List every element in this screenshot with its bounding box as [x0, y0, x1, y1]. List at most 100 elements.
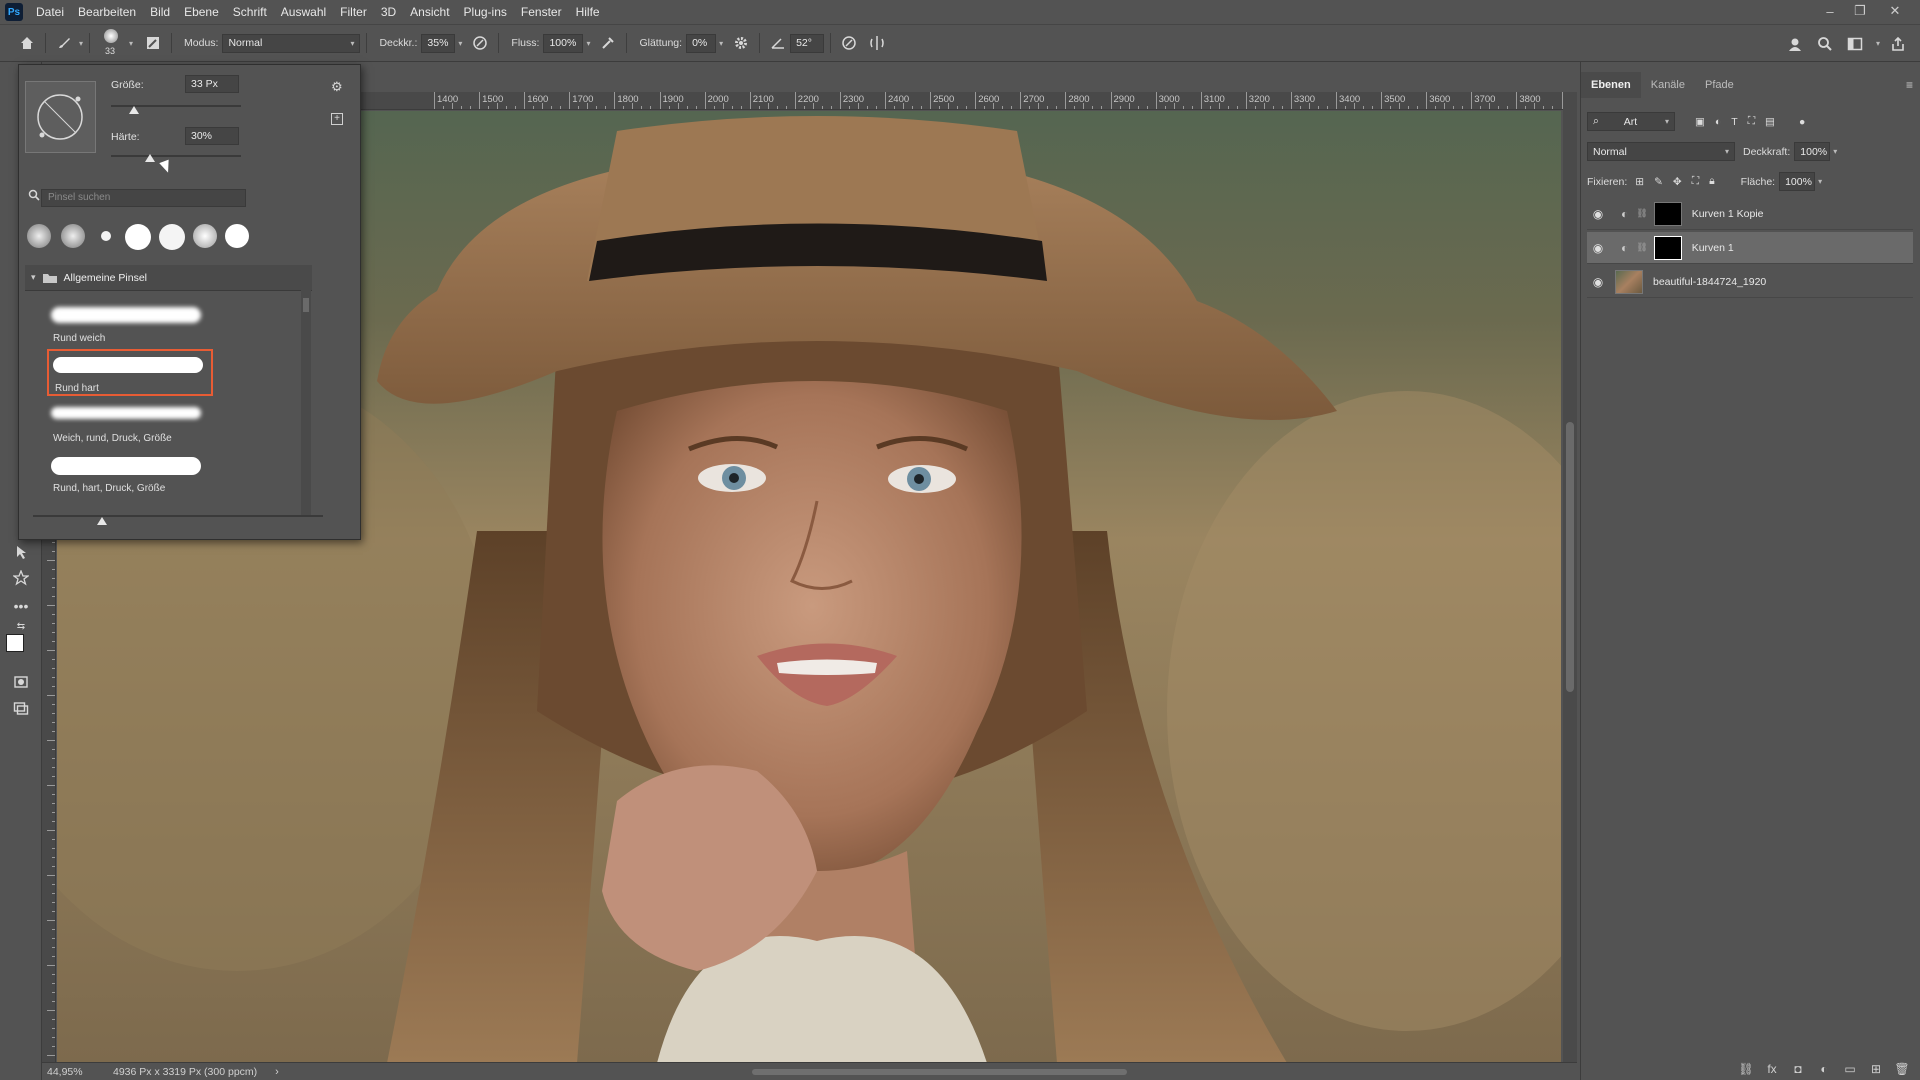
lock-all-icon[interactable]: 🔒︎	[1709, 175, 1715, 188]
menu-plugins[interactable]: Plug-ins	[457, 0, 514, 24]
quick-mask-icon[interactable]	[8, 670, 34, 694]
path-select-icon[interactable]	[8, 540, 34, 564]
menu-3d[interactable]: 3D	[374, 0, 403, 24]
airbrush-icon[interactable]	[596, 31, 620, 55]
layer-filter-select[interactable]: ⌕ Art ▾	[1587, 112, 1675, 131]
fluss-input[interactable]: 100%	[543, 33, 584, 53]
menu-ansicht[interactable]: Ansicht	[403, 0, 456, 24]
preview-size-slider[interactable]	[33, 515, 323, 517]
home-icon[interactable]	[15, 31, 39, 55]
chevron-down-icon[interactable]: ▾	[79, 39, 83, 48]
chevron-down-icon[interactable]: ▾	[458, 39, 462, 48]
chevron-right-icon[interactable]: ›	[275, 1066, 279, 1078]
brush-preset-rund-hart[interactable]: Rund hart	[47, 349, 213, 396]
foreground-color-swatch[interactable]	[6, 634, 24, 652]
link-icon[interactable]: ⛓	[1636, 208, 1647, 219]
fill-input[interactable]: 100%	[1779, 172, 1816, 191]
brush-shape-preview[interactable]	[25, 81, 96, 153]
recent-brush-hard-icon[interactable]	[225, 224, 249, 248]
vertical-scrollbar[interactable]	[1563, 92, 1577, 1062]
menu-schrift[interactable]: Schrift	[226, 0, 274, 24]
filter-shape-icon[interactable]: ⛶	[1748, 115, 1755, 128]
deckkraft-input[interactable]: 35%	[421, 33, 456, 53]
layer-mask-thumbnail[interactable]	[1653, 235, 1682, 260]
chevron-down-icon[interactable]: ▾	[31, 272, 36, 283]
layer-mask-thumbnail[interactable]	[1653, 201, 1682, 226]
chevron-down-icon[interactable]: ▾	[586, 39, 590, 48]
preview-size-slider-knob[interactable]	[97, 517, 107, 525]
recent-brush-small-icon[interactable]	[101, 231, 111, 241]
menu-auswahl[interactable]: Auswahl	[274, 0, 333, 24]
brush-list-scrollbar-thumb[interactable]	[303, 298, 309, 312]
panel-menu-icon[interactable]: ≡	[1906, 78, 1913, 92]
lock-artboard-icon[interactable]: ⛶	[1692, 175, 1699, 188]
brush-preset-rund-weich[interactable]: Rund weich	[47, 301, 213, 348]
filter-smartobject-icon[interactable]: ▤	[1765, 116, 1775, 128]
brush-preset-picker[interactable]: 33	[96, 26, 126, 60]
pressure-opacity-icon[interactable]	[468, 31, 492, 55]
close-button[interactable]: ✕	[1880, 0, 1910, 22]
recent-brush-soft-icon[interactable]	[61, 224, 85, 248]
add-mask-icon[interactable]: ◘	[1785, 1062, 1811, 1076]
gear-icon[interactable]	[729, 31, 753, 55]
gear-icon[interactable]: ⚙	[331, 79, 343, 95]
tab-pfade[interactable]: Pfade	[1695, 72, 1744, 98]
menu-filter[interactable]: Filter	[333, 0, 374, 24]
modus-select[interactable]: Normal ▾	[222, 33, 361, 53]
recent-brush-soft-icon[interactable]	[193, 224, 217, 248]
haerte-input[interactable]: 30%	[185, 127, 239, 145]
eye-icon[interactable]: ◉	[1587, 275, 1609, 289]
brush-group-header[interactable]: ▾ Allgemeine Pinsel	[25, 265, 312, 291]
lock-transparent-icon[interactable]: ⊞	[1635, 176, 1644, 188]
symmetry-icon[interactable]	[865, 31, 889, 55]
blend-mode-select[interactable]: Normal ▾	[1587, 142, 1735, 161]
share-icon[interactable]	[1886, 32, 1910, 56]
layer-image-thumbnail[interactable]	[1615, 269, 1643, 294]
menu-ebene[interactable]: Ebene	[177, 0, 226, 24]
swap-colors-icon[interactable]: ⇆	[8, 618, 34, 634]
groesse-input[interactable]: 33 Px	[185, 75, 239, 93]
pressure-size-icon[interactable]	[837, 31, 861, 55]
menu-bearbeiten[interactable]: Bearbeiten	[71, 0, 143, 24]
restore-button[interactable]: ❐	[1845, 0, 1875, 22]
haerte-slider[interactable]	[111, 155, 241, 157]
new-preset-icon[interactable]: +	[331, 113, 343, 125]
menu-hilfe[interactable]: Hilfe	[569, 0, 607, 24]
recent-brush-hard-icon[interactable]	[125, 224, 151, 250]
brush-preset-rund-hart-druck-groesse[interactable]: Rund, hart, Druck, Größe	[47, 451, 213, 498]
minimize-button[interactable]: –	[1815, 0, 1845, 22]
layer-name[interactable]: beautiful-1844724_1920	[1653, 276, 1766, 288]
layer-name[interactable]: Kurven 1 Kopie	[1692, 208, 1764, 220]
haerte-slider-knob[interactable]	[145, 154, 155, 162]
vertical-scrollbar-thumb[interactable]	[1566, 422, 1574, 692]
brush-settings-panel-icon[interactable]	[141, 31, 165, 55]
new-adjustment-icon[interactable]: ◐	[1811, 1062, 1837, 1076]
filter-type-icon[interactable]: T	[1731, 116, 1737, 128]
lock-image-icon[interactable]: ✎	[1654, 176, 1663, 188]
recent-brush-hard-icon[interactable]	[159, 224, 185, 250]
chevron-down-icon[interactable]: ▾	[719, 39, 723, 48]
search-icon[interactable]	[1813, 32, 1837, 56]
recent-brush-soft-icon[interactable]	[27, 224, 51, 248]
eye-icon[interactable]: ◉	[1587, 207, 1609, 221]
zoom-level[interactable]: 44,95%	[47, 1066, 95, 1078]
angle-input[interactable]: 52°	[790, 33, 825, 53]
brush-preset-weich-rund-druck-groesse[interactable]: Weich, rund, Druck, Größe	[47, 401, 213, 448]
brush-list-scrollbar[interactable]	[301, 290, 311, 516]
horizontal-scrollbar-thumb[interactable]	[752, 1069, 1127, 1075]
trash-icon[interactable]: 🗑︎	[1889, 1062, 1915, 1076]
link-icon[interactable]: ⛓	[1636, 242, 1647, 253]
groesse-slider-knob[interactable]	[129, 106, 140, 114]
chevron-down-icon[interactable]: ▾	[129, 39, 133, 48]
lock-position-icon[interactable]: ✥	[1673, 176, 1682, 188]
menu-fenster[interactable]: Fenster	[514, 0, 569, 24]
brush-tool-icon[interactable]	[52, 31, 76, 55]
eye-icon[interactable]: ◉	[1587, 241, 1609, 255]
layer-row[interactable]: ◉ beautiful-1844724_1920	[1587, 266, 1913, 298]
tab-kanaele[interactable]: Kanäle	[1641, 72, 1695, 98]
filter-toggle-icon[interactable]: ●	[1799, 116, 1805, 128]
menu-bild[interactable]: Bild	[143, 0, 177, 24]
workspace-icon[interactable]	[1843, 32, 1867, 56]
chevron-down-icon[interactable]: ▾	[1833, 147, 1837, 156]
cloud-account-icon[interactable]	[1783, 32, 1807, 56]
